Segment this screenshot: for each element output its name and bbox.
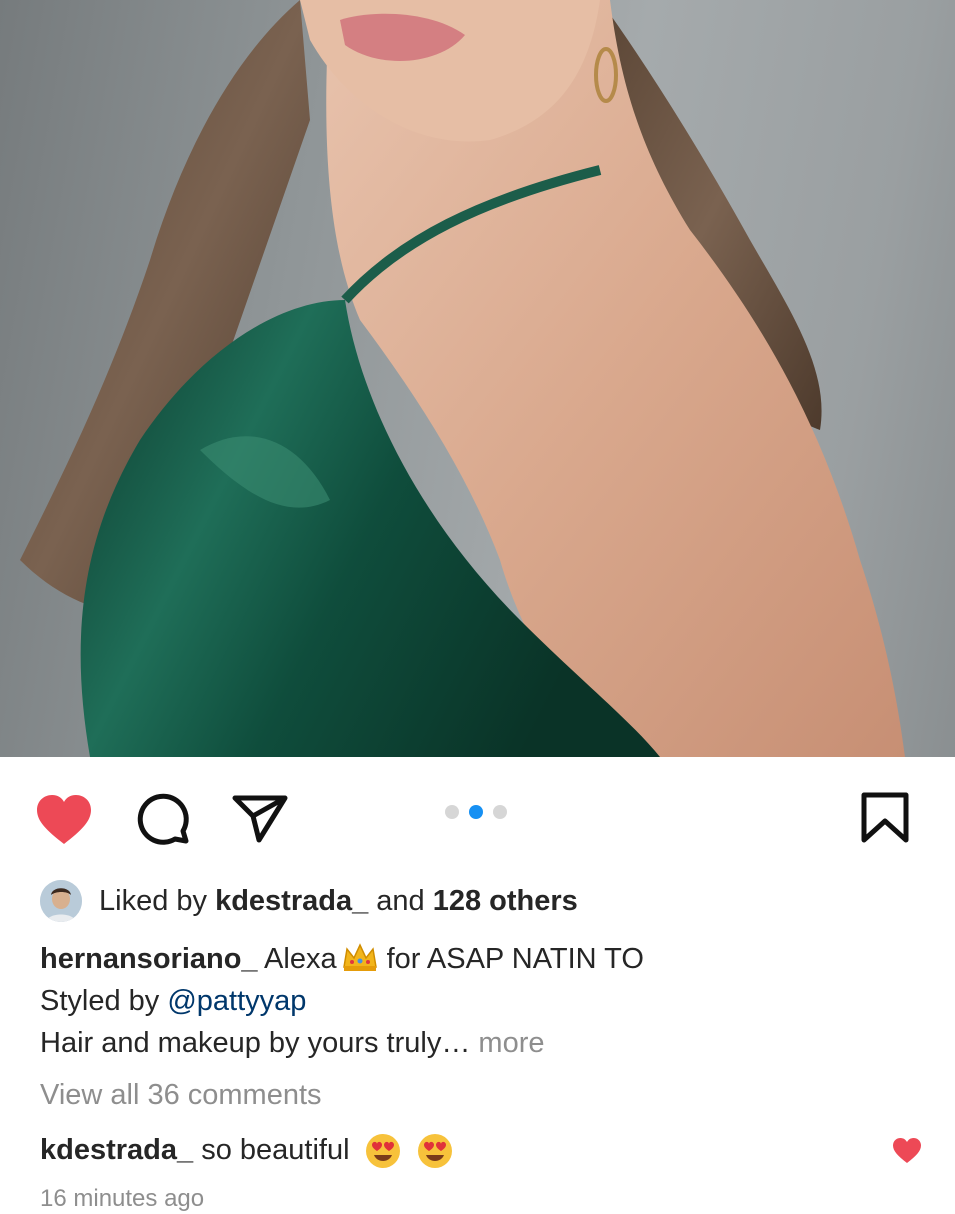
likes-text: Liked by kdestrada_ and 128 others <box>99 883 578 919</box>
view-all-comments-link[interactable]: View all 36 comments <box>40 1076 322 1114</box>
like-button[interactable] <box>34 792 94 852</box>
speech-bubble-icon <box>137 793 189 845</box>
caption-text: Styled by <box>40 985 168 1017</box>
carousel-dot <box>445 805 459 819</box>
comment-username[interactable]: kdestrada_ <box>40 1134 193 1166</box>
likes-prefix: Liked by <box>99 885 216 917</box>
save-button[interactable] <box>858 792 918 852</box>
caption-line-1: hernansoriano_ Alexa for ASAP NATIN TO <box>40 938 920 980</box>
comment-button[interactable] <box>133 792 193 852</box>
caption-text: for ASAP NATIN TO <box>386 943 644 975</box>
avatar-image <box>40 880 82 922</box>
likes-count[interactable]: 128 others <box>433 885 578 917</box>
caption-username[interactable]: hernansoriano_ <box>40 943 258 975</box>
post-photo[interactable] <box>0 0 955 757</box>
caption-text: Alexa <box>264 943 337 975</box>
likes-row[interactable]: Liked by kdestrada_ and 128 others <box>40 880 920 922</box>
share-button[interactable] <box>231 792 291 852</box>
paper-plane-icon <box>232 795 288 843</box>
heart-filled-icon <box>893 1138 921 1163</box>
liker-username[interactable]: kdestrada_ <box>215 885 368 917</box>
comment-text: so beautiful <box>201 1134 350 1166</box>
caption-text: Hair and makeup by yours truly… <box>40 1027 471 1059</box>
heart-filled-icon <box>37 795 91 844</box>
carousel-dot <box>493 805 507 819</box>
caption-line-3: Hair and makeup by yours truly… more <box>40 1022 920 1064</box>
comment-row: kdestrada_ so beautiful <box>40 1128 920 1172</box>
more-link[interactable]: more <box>478 1027 544 1059</box>
mention-link[interactable]: @pattyyap <box>167 985 306 1017</box>
carousel-dot-active <box>469 805 483 819</box>
post-caption: hernansoriano_ Alexa for ASAP NATIN TO St… <box>40 938 920 1064</box>
comment-like-button[interactable] <box>892 1137 922 1165</box>
bookmark-icon <box>861 792 909 843</box>
caption-line-2: Styled by @pattyyap <box>40 980 920 1022</box>
post-timestamp: 16 minutes ago <box>40 1185 205 1212</box>
liker-avatar[interactable] <box>40 880 82 922</box>
likes-middle: and <box>368 885 433 917</box>
heart-eyes-emoji-icon <box>417 1134 452 1169</box>
crown-icon <box>342 943 377 971</box>
heart-eyes-emoji-icon <box>365 1134 400 1169</box>
photo-illustration <box>20 0 905 757</box>
